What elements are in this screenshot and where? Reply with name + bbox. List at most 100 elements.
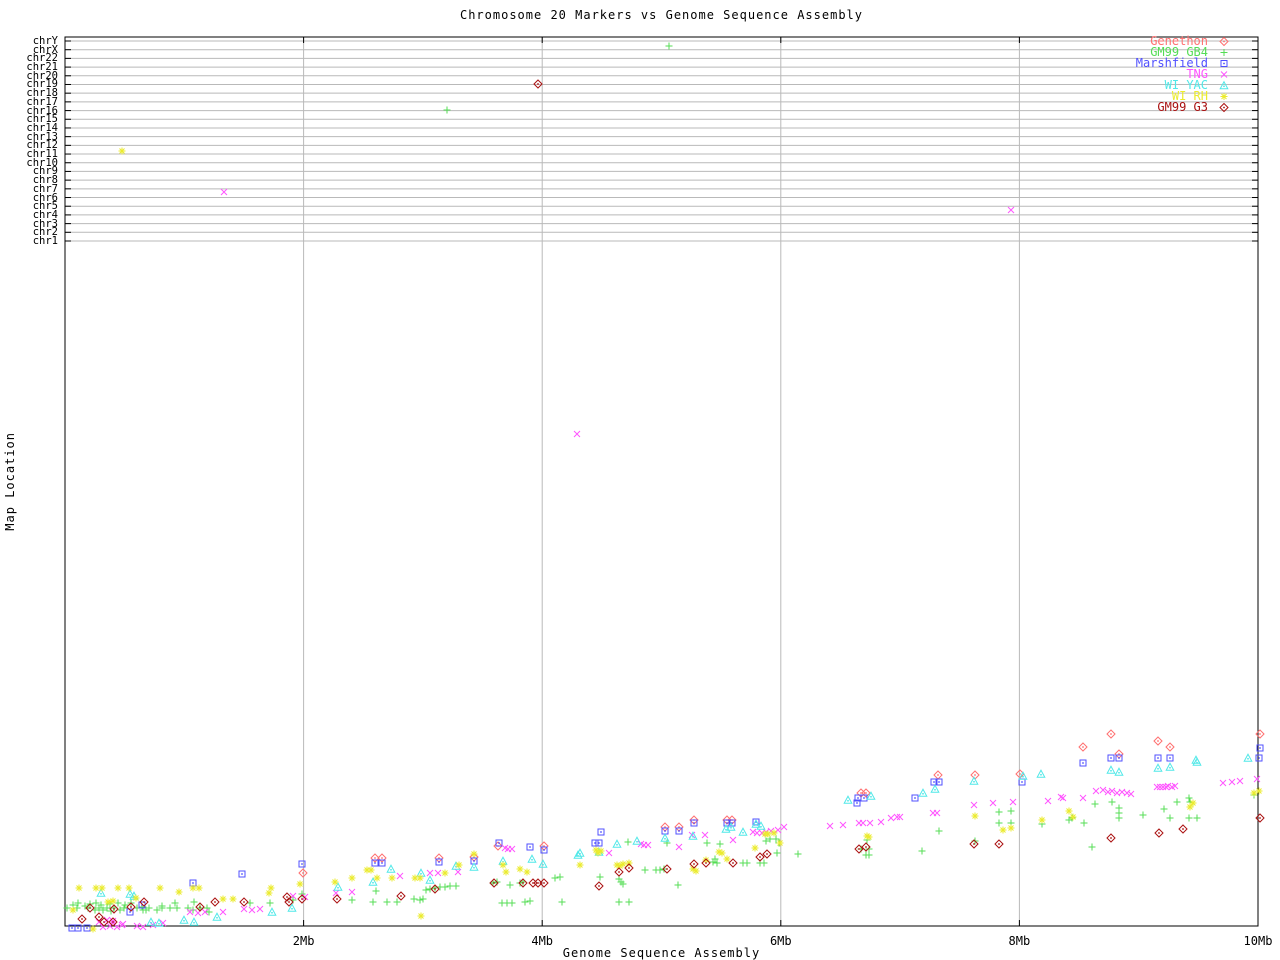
data-point — [703, 839, 711, 847]
data-point — [108, 917, 118, 927]
data-point — [1079, 794, 1087, 802]
data-point — [267, 907, 277, 916]
data-point — [970, 770, 980, 780]
data-point — [971, 812, 979, 820]
data-point — [526, 897, 534, 905]
data-point — [716, 840, 724, 848]
data-point — [1162, 783, 1170, 791]
data-point — [92, 884, 100, 892]
data-point — [189, 917, 199, 926]
data-point — [865, 833, 873, 841]
data-point — [114, 884, 122, 892]
data-point — [1069, 813, 1077, 821]
data-point — [1057, 793, 1065, 801]
y-category-label: chr1 — [32, 235, 58, 247]
data-point — [348, 874, 356, 882]
data-point — [1139, 811, 1147, 819]
data-point — [1088, 843, 1096, 851]
data-point — [1156, 783, 1164, 791]
data-point — [597, 847, 605, 855]
data-point — [367, 866, 375, 874]
data-point — [970, 801, 978, 809]
data-point — [1007, 824, 1015, 832]
data-point — [1255, 813, 1265, 823]
data-point — [98, 884, 106, 892]
data-point — [426, 869, 434, 877]
data-point — [446, 882, 454, 890]
data-point — [675, 843, 683, 851]
data-point — [776, 839, 784, 847]
data-point — [154, 918, 164, 927]
data-point — [663, 839, 671, 847]
data-point — [612, 839, 622, 848]
data-point — [1255, 729, 1265, 739]
data-point — [426, 885, 434, 893]
data-point — [729, 836, 737, 844]
data-point — [95, 918, 103, 926]
data-point — [1065, 807, 1073, 815]
data-point — [331, 878, 339, 886]
data-point — [452, 882, 460, 890]
data-point — [556, 873, 564, 881]
data-point — [441, 869, 449, 877]
data-point — [454, 868, 462, 876]
data-point — [210, 897, 220, 907]
chart-title: Chromosome 20 Markers vs Genome Sequence… — [459, 8, 863, 22]
data-point — [1189, 799, 1197, 807]
data-point — [1114, 767, 1124, 776]
data-point — [1166, 754, 1174, 762]
data-point — [624, 838, 632, 846]
data-point — [866, 791, 876, 800]
data-points-layer — [63, 42, 1265, 933]
legend-marker-icon — [1220, 60, 1228, 67]
data-point — [1154, 828, 1164, 838]
data-point — [615, 898, 623, 906]
data-point — [410, 895, 418, 903]
data-point — [595, 839, 603, 847]
data-point — [118, 147, 126, 155]
data-point — [1253, 775, 1261, 783]
chart-canvas: Chromosome 20 Markers vs Genome Sequence… — [0, 0, 1280, 960]
data-point — [728, 858, 738, 868]
data-point — [660, 833, 670, 842]
data-point — [77, 914, 87, 924]
data-point — [422, 886, 430, 894]
data-point — [594, 881, 604, 891]
data-point — [723, 855, 731, 863]
data-point — [743, 859, 751, 867]
x-tick-label: 8Mb — [1008, 934, 1031, 948]
data-point — [1185, 794, 1193, 802]
legend-label: GM99 G3 — [1157, 100, 1208, 114]
data-point — [1186, 803, 1194, 811]
data-point — [104, 898, 112, 906]
data-point — [1160, 805, 1168, 813]
data-point — [674, 881, 682, 889]
series-gm99-g3 — [77, 79, 1265, 927]
data-point — [425, 875, 435, 884]
data-point — [994, 839, 1004, 849]
data-point — [539, 878, 549, 888]
data-point — [935, 827, 943, 835]
x-axis-label: Genome Sequence Assembly — [562, 946, 761, 960]
data-point — [1154, 754, 1162, 762]
x-tick-label: 10Mb — [1243, 934, 1273, 948]
data-point — [1106, 765, 1116, 774]
series-wi-rh — [69, 147, 1263, 933]
data-point — [1036, 769, 1046, 778]
data-point — [1104, 788, 1112, 796]
data-point — [718, 849, 726, 857]
series-gm99-gb4 — [63, 42, 1258, 916]
legend-marker-icon — [1220, 48, 1228, 57]
data-point — [179, 915, 189, 924]
data-point — [619, 860, 627, 868]
data-point — [373, 874, 381, 882]
data-point — [1165, 762, 1175, 771]
data-point — [756, 821, 766, 830]
data-point — [1153, 763, 1163, 772]
data-point — [156, 884, 164, 892]
data-point — [887, 814, 895, 822]
data-point — [301, 893, 309, 901]
data-point — [113, 923, 121, 931]
data-point — [89, 925, 97, 933]
data-point — [918, 788, 928, 797]
